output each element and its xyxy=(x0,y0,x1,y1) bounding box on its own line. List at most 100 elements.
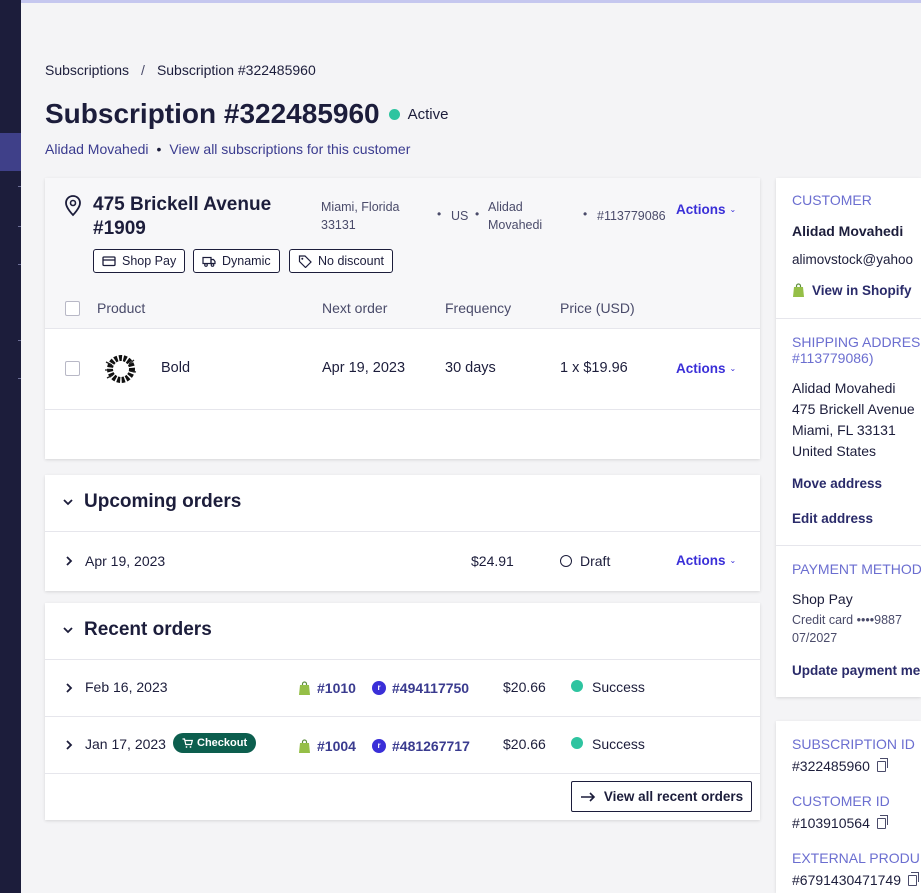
row-divider xyxy=(45,409,760,410)
product-frequency: 30 days xyxy=(445,360,496,376)
col-header-frequency: Frequency xyxy=(445,300,512,316)
page-title: Subscription #322485960 xyxy=(45,98,380,129)
payment-section-heading: PAYMENT METHOD xyxy=(792,561,921,577)
view-all-subscriptions-link[interactable]: View all subscriptions for this customer xyxy=(169,141,410,157)
copy-icon[interactable] xyxy=(876,815,888,829)
chevron-down-icon: ⌄ xyxy=(729,205,737,214)
truck-icon xyxy=(202,256,216,267)
sidenav-active-item[interactable] xyxy=(0,133,21,171)
product-next-order: Apr 19, 2023 xyxy=(322,360,406,376)
shopify-bag-icon xyxy=(793,283,804,297)
status-label: Active xyxy=(407,105,449,123)
row-divider xyxy=(45,773,760,774)
address-recipient: Alidad Movahedi xyxy=(488,198,542,234)
recipient-last-name: Movahedi xyxy=(488,218,543,232)
success-status-dot-icon xyxy=(571,737,583,749)
ship-line: 475 Brickell Avenue xyxy=(792,401,915,417)
dynamic-tag: Dynamic xyxy=(193,249,280,273)
bullet-separator: • xyxy=(156,141,162,157)
side-navigation[interactable] xyxy=(0,0,21,893)
checkout-badge-label: Checkout xyxy=(197,737,248,749)
address-country: US xyxy=(451,209,469,223)
shipping-section-heading-id: #113779086) xyxy=(792,350,874,366)
chevron-right-icon[interactable] xyxy=(63,555,75,567)
recharge-order-number: #481267717 xyxy=(392,738,470,754)
address-actions-dropdown[interactable]: Actions ⌄ xyxy=(676,202,736,217)
subscription-id-value: #322485960 xyxy=(792,758,870,774)
credit-card-icon xyxy=(102,256,116,267)
tag-label: Dynamic xyxy=(222,254,271,268)
bullet-separator: • xyxy=(437,207,442,221)
ship-line: Alidad Movahedi xyxy=(792,380,896,396)
upcoming-orders-header[interactable]: Upcoming orders xyxy=(62,491,241,513)
recent-orders-header[interactable]: Recent orders xyxy=(62,619,212,641)
bullet-separator: • xyxy=(475,207,480,221)
copy-icon[interactable] xyxy=(876,758,888,772)
cart-icon xyxy=(182,737,193,748)
recent-order-status: Success xyxy=(592,679,645,695)
col-header-price: Price (USD) xyxy=(560,300,635,316)
checkout-badge: Checkout xyxy=(173,733,257,753)
address-city-state: Miami, Florida xyxy=(321,200,400,214)
arrow-right-icon xyxy=(580,791,595,802)
customer-email: alimovstock@yahoo xyxy=(792,252,914,267)
address-id: #113779086 xyxy=(597,209,666,223)
customer-id-value: #103910564 xyxy=(792,815,870,831)
status-badge: Active xyxy=(388,105,449,123)
customer-name: Alidad Movahedi xyxy=(792,223,904,239)
recharge-icon: r xyxy=(372,681,386,695)
breadcrumb-subscriptions-link[interactable]: Subscriptions xyxy=(45,62,129,78)
payment-card-expiry: 07/2027 xyxy=(792,631,838,645)
upcoming-actions-dropdown[interactable]: Actions ⌄ xyxy=(676,553,736,568)
section-divider xyxy=(776,318,921,319)
product-actions-dropdown[interactable]: Actions ⌄ xyxy=(676,361,736,376)
product-price: 1 x $19.96 xyxy=(560,360,628,376)
product-row-checkbox[interactable] xyxy=(65,361,80,376)
recharge-order-link[interactable]: r #481267717 xyxy=(372,738,470,754)
recipient-first-name: Alidad xyxy=(488,200,523,214)
update-payment-method-link[interactable]: Update payment me xyxy=(792,663,920,678)
breadcrumb-separator: / xyxy=(141,62,145,78)
product-thumbnail-lashes xyxy=(105,355,137,383)
recharge-order-link[interactable]: r #494117750 xyxy=(372,680,469,696)
view-in-shopify-label: View in Shopify xyxy=(812,283,912,298)
chevron-right-icon[interactable] xyxy=(63,739,75,751)
draft-status-icon xyxy=(560,555,572,567)
tag-label: Shop Pay xyxy=(122,254,177,268)
page-title-row: Subscription #322485960 Active xyxy=(45,98,448,130)
success-status-dot-icon xyxy=(571,680,583,692)
product-name: Bold xyxy=(161,360,191,376)
address-street: 475 Brickell Avenue #1909 xyxy=(93,194,272,239)
row-divider xyxy=(45,531,760,532)
copy-icon[interactable] xyxy=(908,872,920,886)
recent-order-amount: $20.66 xyxy=(503,736,546,752)
chevron-down-icon xyxy=(63,627,73,634)
move-address-link[interactable]: Move address xyxy=(792,476,882,491)
shopify-bag-icon xyxy=(299,738,310,753)
view-in-shopify-link[interactable]: View in Shopify xyxy=(792,283,912,298)
select-all-checkbox[interactable] xyxy=(65,301,80,316)
col-header-product: Product xyxy=(97,300,146,316)
shopify-order-link[interactable]: #1004 xyxy=(298,738,356,754)
shopify-order-link[interactable]: #1010 xyxy=(298,680,356,696)
subscription-id-heading: SUBSCRIPTION ID xyxy=(792,736,915,752)
customer-name-link[interactable]: Alidad Movahedi xyxy=(45,141,149,157)
view-all-label: View all recent orders xyxy=(603,789,744,804)
recharge-order-number: #494117750 xyxy=(392,680,470,696)
payment-type: Shop Pay xyxy=(792,591,853,607)
address-zip: 33131 xyxy=(321,218,356,232)
address-city-zip: Miami, Florida 33131 xyxy=(321,198,400,234)
customer-subline: Alidad Movahedi • View all subscriptions… xyxy=(45,141,410,157)
shopify-bag-icon xyxy=(299,680,310,695)
discount-tag: No discount xyxy=(289,249,394,273)
top-accent-bar xyxy=(0,0,921,3)
customer-id-row: #103910564 xyxy=(792,815,888,831)
chevron-right-icon[interactable] xyxy=(63,682,75,694)
edit-address-link[interactable]: Edit address xyxy=(792,511,873,526)
recent-order-date: Jan 17, 2023 xyxy=(85,736,166,752)
sidenav-tick xyxy=(18,226,21,227)
sidenav-tick xyxy=(18,378,21,379)
tag-label: No discount xyxy=(318,254,385,268)
external-product-id-value: #6791430471749 xyxy=(792,872,902,888)
view-all-recent-orders-button[interactable]: View all recent orders xyxy=(571,781,752,812)
